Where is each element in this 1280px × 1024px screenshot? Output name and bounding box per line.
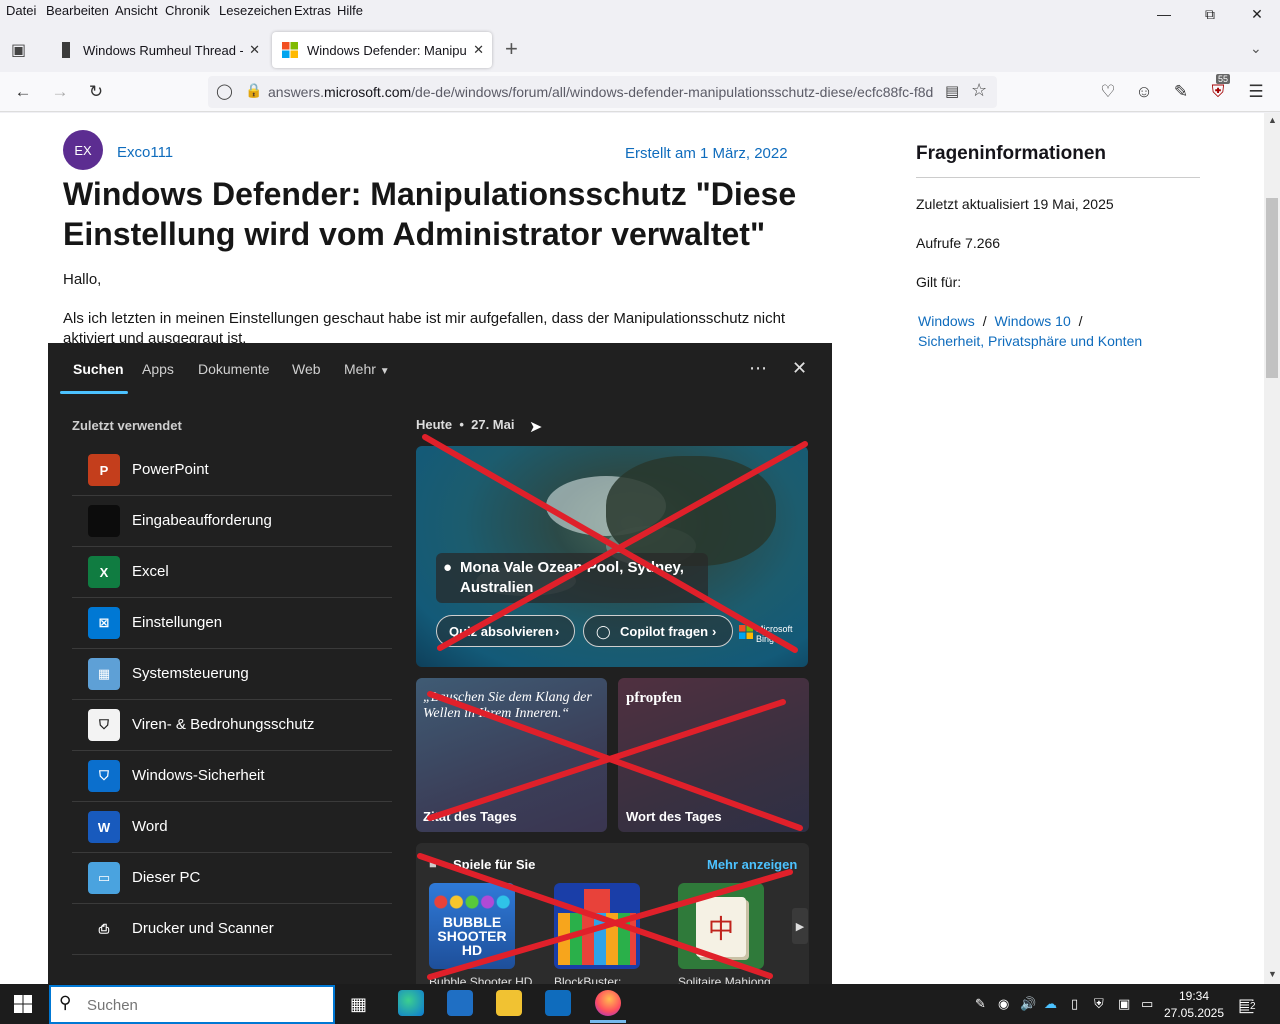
meet-now-icon[interactable]: ▣ <box>1118 996 1130 1012</box>
red-cross-annotations <box>417 434 808 980</box>
network-icon[interactable]: ▭ <box>1141 996 1153 1012</box>
chrome-tray-icon[interactable]: ◉ <box>998 996 1009 1012</box>
tray-app-icon[interactable]: ✎ <box>975 996 986 1012</box>
task-view-icon[interactable]: ▦ <box>350 994 367 1015</box>
firefox-icon[interactable] <box>595 990 621 1016</box>
search-icon: ⚲ <box>59 993 72 1012</box>
windows-start-icon[interactable] <box>14 995 32 1013</box>
notification-count: 2 <box>1249 1001 1257 1012</box>
taskbar-clock[interactable]: 19:34 27.05.2025 <box>1162 988 1226 1022</box>
edge-icon[interactable] <box>398 990 424 1016</box>
clock-date: 27.05.2025 <box>1163 1006 1225 1020</box>
notification-center-icon[interactable]: ▤ 2 <box>1238 995 1257 1016</box>
cross-hero-a <box>422 434 798 653</box>
usb-icon[interactable]: ▯ <box>1071 996 1078 1012</box>
cross-games-a <box>417 853 773 979</box>
taskbar-search[interactable]: ⚲ <box>49 985 335 1024</box>
search-input[interactable] <box>87 995 317 1015</box>
firefox-active-indicator <box>590 1020 626 1023</box>
clock-time: 19:34 <box>1178 989 1210 1003</box>
defender-tray-icon[interactable]: ⛨ <box>1094 996 1104 1012</box>
volume-icon[interactable]: 🔊 <box>1020 996 1036 1012</box>
store-icon[interactable] <box>447 990 473 1016</box>
outlook-icon[interactable] <box>545 990 571 1016</box>
onedrive-icon[interactable]: ☁ <box>1044 996 1057 1012</box>
file-explorer-icon[interactable] <box>496 990 522 1016</box>
